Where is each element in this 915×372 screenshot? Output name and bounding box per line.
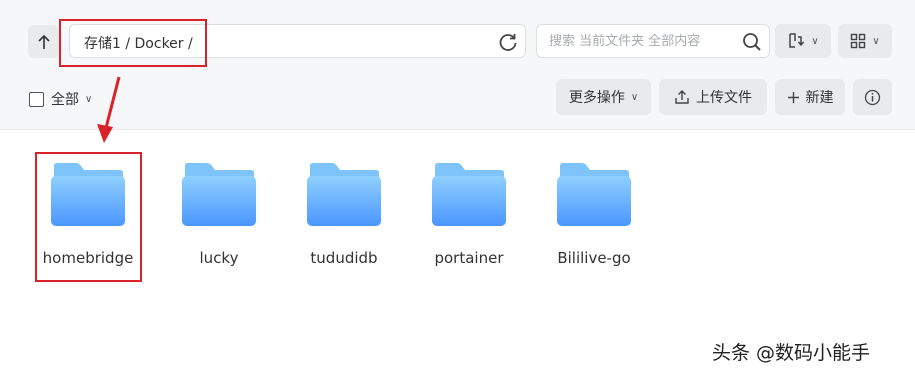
annotation-arrow	[97, 76, 121, 143]
watermark: 头条 @数码小能手	[712, 342, 871, 364]
